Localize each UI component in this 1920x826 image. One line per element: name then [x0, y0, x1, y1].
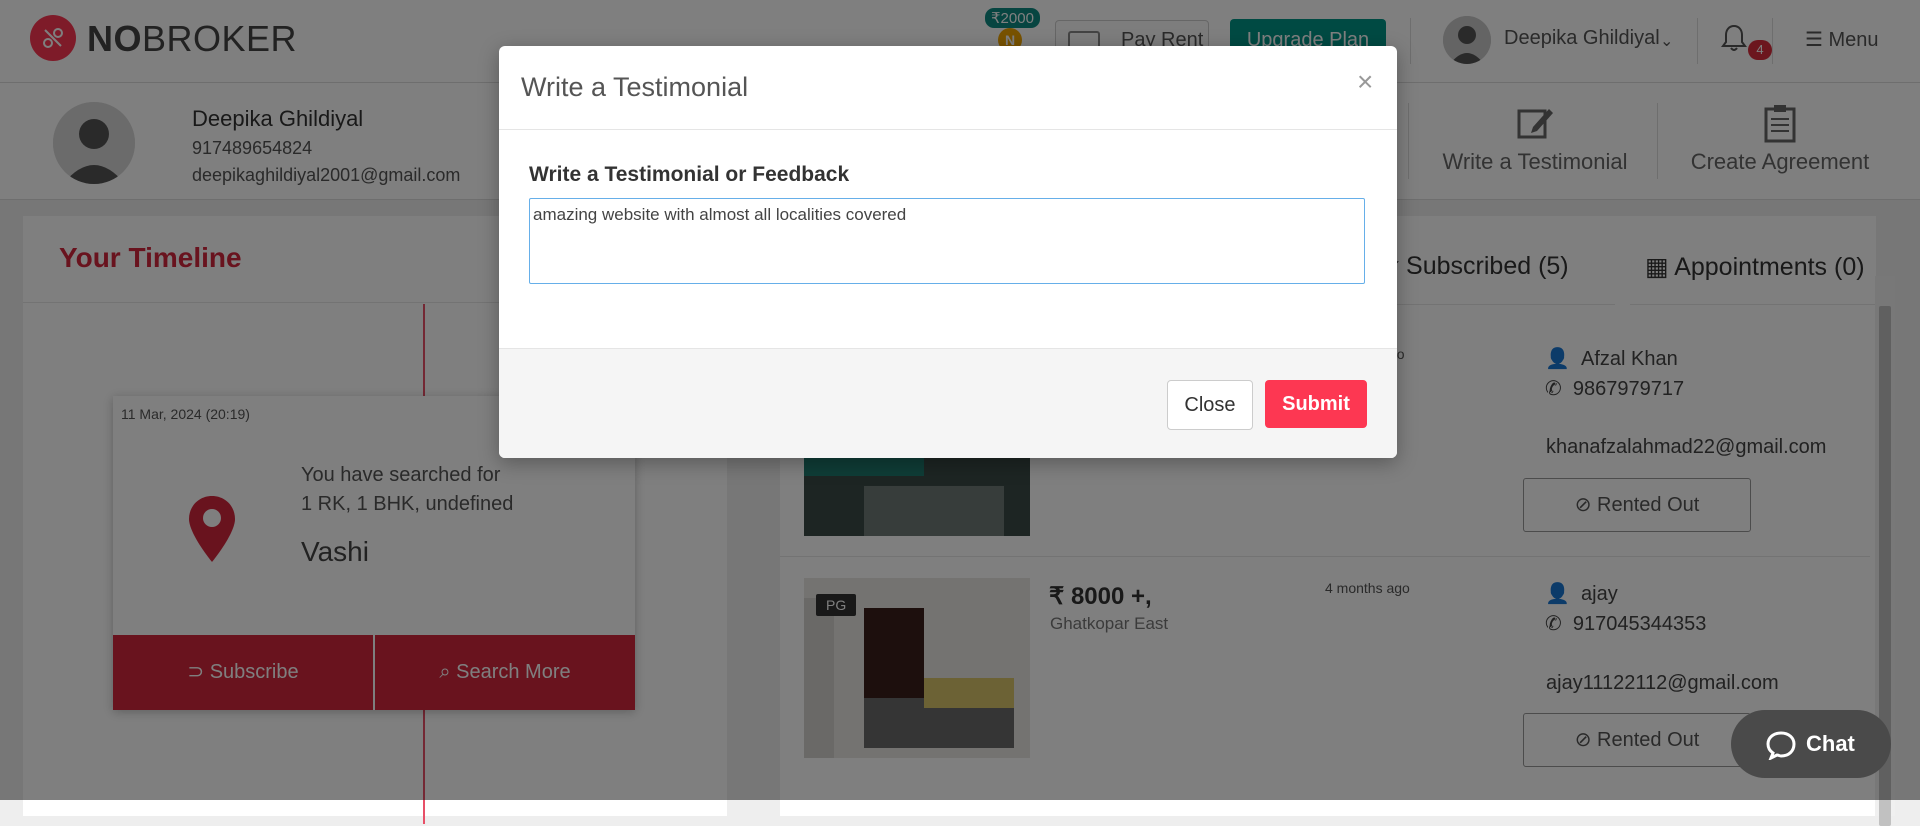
modal-footer: Close Submit: [499, 348, 1397, 458]
testimonial-textarea[interactable]: amazing website with almost all localiti…: [529, 198, 1365, 284]
chat-button[interactable]: Chat: [1731, 710, 1891, 778]
modal-title: Write a Testimonial: [521, 72, 749, 102]
modal-header-divider: [499, 129, 1397, 130]
testimonial-label: Write a Testimonial or Feedback: [529, 163, 850, 186]
testimonial-modal: Write a Testimonial × Write a Testimonia…: [499, 46, 1397, 458]
submit-button[interactable]: Submit: [1265, 380, 1367, 428]
chat-bubble-icon: [1766, 731, 1796, 760]
close-button[interactable]: Close: [1167, 380, 1253, 430]
chat-label: Chat: [1806, 731, 1855, 756]
close-icon[interactable]: ×: [1357, 66, 1373, 98]
